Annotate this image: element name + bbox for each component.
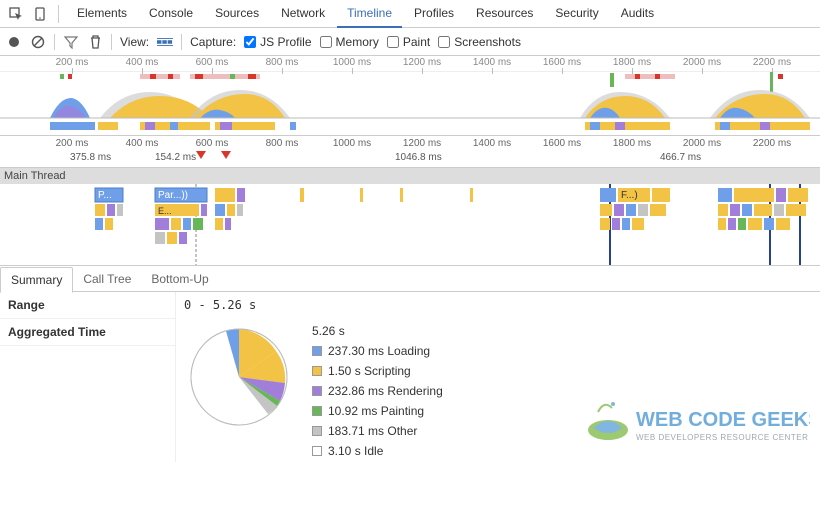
subtab-bottom-up[interactable]: Bottom-Up xyxy=(141,267,218,291)
watermark-logo: WEB CODE GEEKS WEB DEVELOPERS RESOURCE C… xyxy=(580,392,810,452)
subtab-summary[interactable]: Summary xyxy=(0,267,73,293)
long-task-marker-icon xyxy=(196,151,206,159)
screenshots-checkbox[interactable]: Screenshots xyxy=(438,35,521,49)
tab-network[interactable]: Network xyxy=(271,0,335,28)
flame-ruler[interactable]: 200 ms 400 ms 600 ms 800 ms 1000 ms 1200 ms 14… xyxy=(0,136,820,168)
tab-audits[interactable]: Audits xyxy=(611,0,664,28)
tab-console[interactable]: Console xyxy=(139,0,203,28)
legend-loading: 237.30 ms Loading xyxy=(312,344,443,358)
svg-text:F...): F...) xyxy=(621,190,638,201)
ruler-tick: 1800 ms xyxy=(613,57,651,68)
svg-text:P...: P... xyxy=(98,190,112,201)
divider xyxy=(181,34,182,50)
ruler-tick: 2200 ms xyxy=(753,138,791,149)
clear-icon[interactable] xyxy=(30,34,46,50)
svg-text:WEB DEVELOPERS RESOURCE CENTER: WEB DEVELOPERS RESOURCE CENTER xyxy=(636,433,808,442)
ruler-tick: 400 ms xyxy=(126,57,159,68)
summary-content: 0 - 5.26 s 5.26 s 237.30 ms Loading 1.50… xyxy=(176,292,820,462)
aggregated-time-label: Aggregated Time xyxy=(8,325,106,339)
ruler-tick: 2000 ms xyxy=(683,138,721,149)
legend-scripting: 1.50 s Scripting xyxy=(312,364,443,378)
legend-other: 183.71 ms Other xyxy=(312,424,443,438)
ruler-tick: 1400 ms xyxy=(473,57,511,68)
ruler-tick: 1600 ms xyxy=(543,57,581,68)
svg-text:WEB CODE GEEKS: WEB CODE GEEKS xyxy=(636,409,810,431)
filter-icon[interactable] xyxy=(63,34,79,50)
ruler-tick: 800 ms xyxy=(266,138,299,149)
frames-view-icon[interactable] xyxy=(157,34,173,50)
paint-checkbox[interactable]: Paint xyxy=(387,35,430,49)
ruler-tick: 1200 ms xyxy=(403,138,441,149)
interval-label: 154.2 ms xyxy=(155,152,196,163)
pie-legend: 5.26 s 237.30 ms Loading 1.50 s Scriptin… xyxy=(312,324,443,458)
device-icon[interactable] xyxy=(30,4,50,24)
summary-panel: Range Aggregated Time 0 - 5.26 s 5.26 s … xyxy=(0,292,820,462)
ruler-tick: 600 ms xyxy=(196,57,229,68)
ruler-tick: 600 ms xyxy=(196,138,229,149)
ruler-tick: 1800 ms xyxy=(613,138,651,149)
total-time: 5.26 s xyxy=(312,324,443,338)
capture-label: Capture: xyxy=(190,35,236,49)
ruler-tick: 1000 ms xyxy=(333,138,371,149)
overview-ruler: 200 ms 400 ms 600 ms 800 ms 1000 ms 1200 ms 14… xyxy=(0,56,820,72)
long-task-marker-icon xyxy=(221,151,231,159)
tab-timeline[interactable]: Timeline xyxy=(337,0,402,28)
range-value: 0 - 5.26 s xyxy=(184,298,256,312)
ruler-tick: 800 ms xyxy=(266,57,299,68)
js-profile-checkbox[interactable]: JS Profile xyxy=(244,35,311,49)
range-label: Range xyxy=(8,298,45,312)
summary-labels: Range Aggregated Time xyxy=(0,292,176,462)
memory-checkbox[interactable]: Memory xyxy=(320,35,379,49)
trash-icon[interactable] xyxy=(87,34,103,50)
svg-text:E...: E... xyxy=(158,206,172,216)
ruler-tick: 200 ms xyxy=(56,57,89,68)
svg-text:Par...)): Par...)) xyxy=(158,190,188,201)
tab-resources[interactable]: Resources xyxy=(466,0,543,28)
ruler-tick: 1400 ms xyxy=(473,138,511,149)
overview-strip[interactable]: 200 ms 400 ms 600 ms 800 ms 1000 ms 1200 ms 14… xyxy=(0,56,820,136)
main-tabs: Elements Console Sources Network Timelin… xyxy=(67,0,664,28)
tab-profiles[interactable]: Profiles xyxy=(404,0,464,28)
flame-chart[interactable]: P... Par...)) E... F...) xyxy=(0,184,820,266)
inspect-icon[interactable] xyxy=(6,4,26,24)
divider xyxy=(111,34,112,50)
tab-sources[interactable]: Sources xyxy=(205,0,269,28)
main-thread-header[interactable]: Main Thread xyxy=(0,168,820,184)
interval-label: 466.7 ms xyxy=(660,152,701,163)
interval-label: 1046.8 ms xyxy=(395,152,442,163)
ruler-tick: 1200 ms xyxy=(403,57,441,68)
subtab-call-tree[interactable]: Call Tree xyxy=(73,267,141,291)
interval-label: 375.8 ms xyxy=(70,152,111,163)
timeline-toolbar: View: Capture: JS Profile Memory Paint S… xyxy=(0,28,820,56)
ruler-tick: 1600 ms xyxy=(543,138,581,149)
tab-security[interactable]: Security xyxy=(545,0,608,28)
devtools-top-bar: Elements Console Sources Network Timelin… xyxy=(0,0,820,28)
legend-painting: 10.92 ms Painting xyxy=(312,404,443,418)
details-tabs: Summary Call Tree Bottom-Up xyxy=(0,266,820,292)
ruler-tick: 2000 ms xyxy=(683,57,721,68)
ruler-tick: 200 ms xyxy=(56,138,89,149)
tab-elements[interactable]: Elements xyxy=(67,0,137,28)
record-icon[interactable] xyxy=(6,34,22,50)
overview-chart xyxy=(0,72,820,135)
ruler-tick: 400 ms xyxy=(126,138,159,149)
legend-idle: 3.10 s Idle xyxy=(312,444,443,458)
ruler-tick: 1000 ms xyxy=(333,57,371,68)
divider xyxy=(58,5,59,23)
ruler-tick: 2200 ms xyxy=(753,57,791,68)
legend-rendering: 232.86 ms Rendering xyxy=(312,384,443,398)
divider xyxy=(54,34,55,50)
aggregated-pie-chart xyxy=(184,322,294,458)
view-label: View: xyxy=(120,35,149,49)
